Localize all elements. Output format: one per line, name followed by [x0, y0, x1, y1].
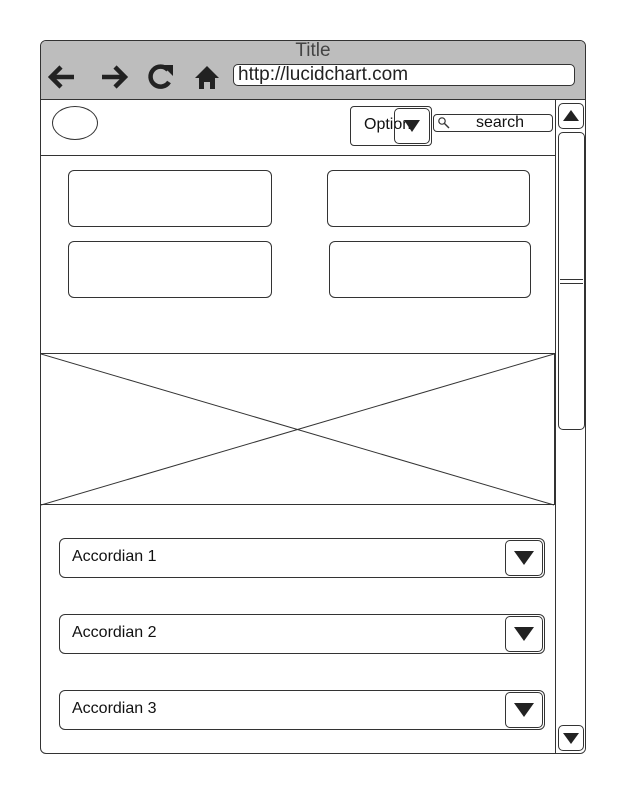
search-icon: [438, 117, 450, 129]
image-placeholder-cross: [41, 354, 555, 506]
refresh-button[interactable]: [144, 61, 176, 93]
content-card[interactable]: [329, 241, 531, 298]
content-card[interactable]: [327, 170, 530, 227]
content-card[interactable]: [68, 241, 272, 298]
scroll-thumb[interactable]: [558, 132, 585, 430]
chevron-up-icon: [563, 110, 579, 121]
dropdown-arrow-button[interactable]: [394, 108, 430, 144]
back-arrow-icon: [48, 65, 74, 89]
accordion-label: Accordian 2: [72, 624, 157, 641]
home-button[interactable]: [191, 61, 223, 93]
accordion-label: Accordian 1: [72, 548, 157, 565]
refresh-icon: [148, 64, 173, 89]
search-placeholder: search: [476, 114, 525, 131]
page-header: Option search: [41, 100, 561, 156]
scroll-up-button[interactable]: [558, 103, 584, 129]
accordion-toggle[interactable]: [505, 540, 543, 576]
back-button[interactable]: [46, 61, 78, 93]
accordion-1[interactable]: Accordian 1: [59, 538, 545, 578]
browser-window: Title http://lucidchart.com Option searc…: [40, 40, 586, 754]
accordion-2[interactable]: Accordian 2: [59, 614, 545, 654]
scroll-grip: [560, 283, 583, 284]
forward-arrow-icon: [102, 65, 128, 89]
page-content: Option search Accordian 1 Accordian 2 Ac…: [41, 100, 561, 753]
forward-button[interactable]: [98, 61, 130, 93]
chevron-down-icon: [514, 703, 534, 717]
accordion-label: Accordian 3: [72, 700, 157, 717]
scroll-down-button[interactable]: [558, 725, 584, 751]
scroll-grip: [560, 279, 583, 280]
chevron-down-icon: [404, 120, 420, 132]
chevron-down-icon: [514, 551, 534, 565]
home-icon: [195, 66, 219, 89]
image-placeholder: [41, 353, 555, 506]
accordion-3[interactable]: Accordian 3: [59, 690, 545, 730]
accordion-toggle[interactable]: [505, 616, 543, 652]
vertical-scrollbar[interactable]: [555, 100, 585, 753]
chevron-down-icon: [563, 733, 579, 744]
accordion-toggle[interactable]: [505, 692, 543, 728]
url-bar[interactable]: http://lucidchart.com: [233, 64, 575, 86]
logo-placeholder: [52, 106, 98, 140]
window-title: Title: [295, 40, 331, 61]
content-card[interactable]: [68, 170, 272, 227]
title-bar: Title http://lucidchart.com: [41, 41, 585, 100]
chevron-down-icon: [514, 627, 534, 641]
option-dropdown[interactable]: Option: [350, 106, 432, 146]
search-input[interactable]: search: [433, 114, 553, 132]
